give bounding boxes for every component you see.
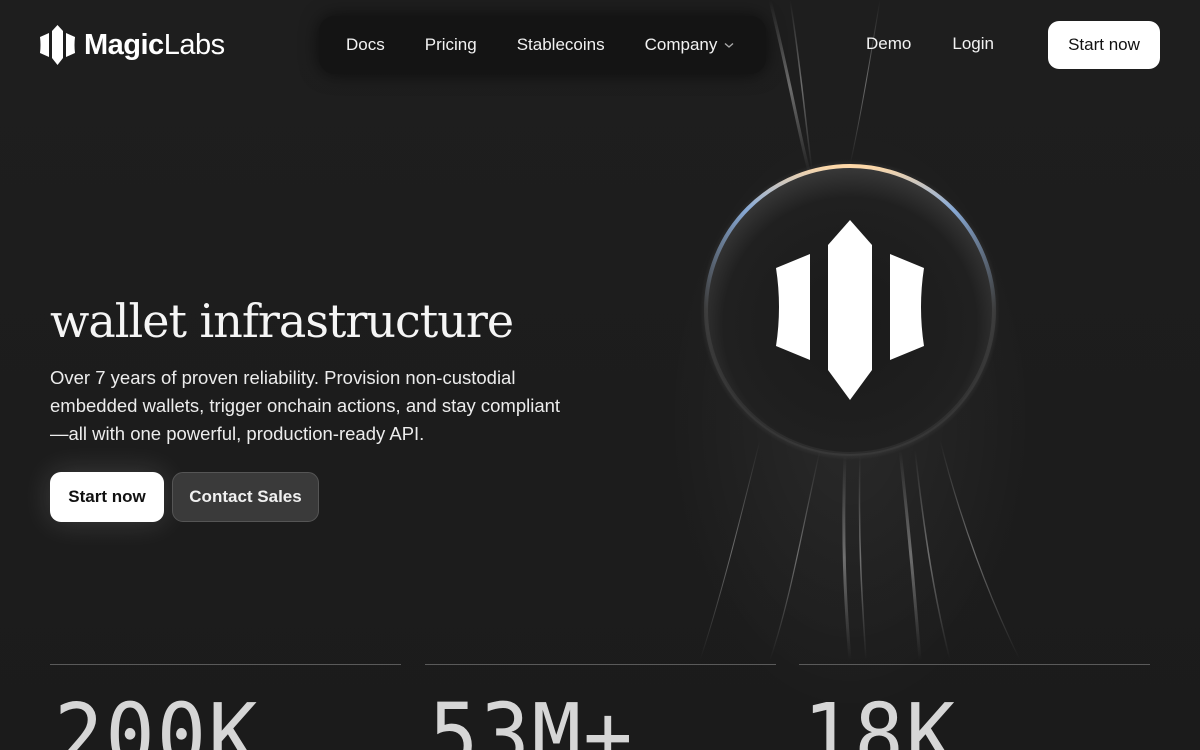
site-header: MagicLabs Docs Pricing Stablecoins Compa… [0,0,1200,90]
hero-orb [700,160,1000,460]
nav-company[interactable]: Company [645,35,736,55]
stat-value: 18K [803,685,958,750]
hero-start-now-button[interactable]: Start now [50,472,164,522]
nav-pricing[interactable]: Pricing [425,35,477,55]
stat-card: 200K [50,664,401,750]
hero-description: Over 7 years of proven reliability. Prov… [50,367,561,444]
stat-card: 18K [799,664,1150,750]
header-start-now-button[interactable]: Start now [1048,21,1160,69]
contact-sales-button[interactable]: Contact Sales [172,472,319,522]
nav-docs[interactable]: Docs [346,35,385,55]
nav-company-label: Company [644,35,718,54]
chevron-down-icon [724,42,734,48]
demo-link[interactable]: Demo [866,34,911,54]
main-nav: Docs Pricing Stablecoins Company [319,16,766,74]
nav-stablecoins[interactable]: Stablecoins [517,35,605,55]
login-link[interactable]: Login [952,34,994,54]
stat-value: 200K [54,685,260,750]
header-links: Demo Login [866,34,994,54]
brand-name: MagicLabs [84,29,225,61]
magic-logo-icon [40,25,75,65]
stat-value: 53M+ [429,685,635,750]
hero-title: wallet infrastructure [50,294,514,348]
brand-logo[interactable]: MagicLabs [40,25,225,65]
stat-card: 53M+ [425,664,776,750]
